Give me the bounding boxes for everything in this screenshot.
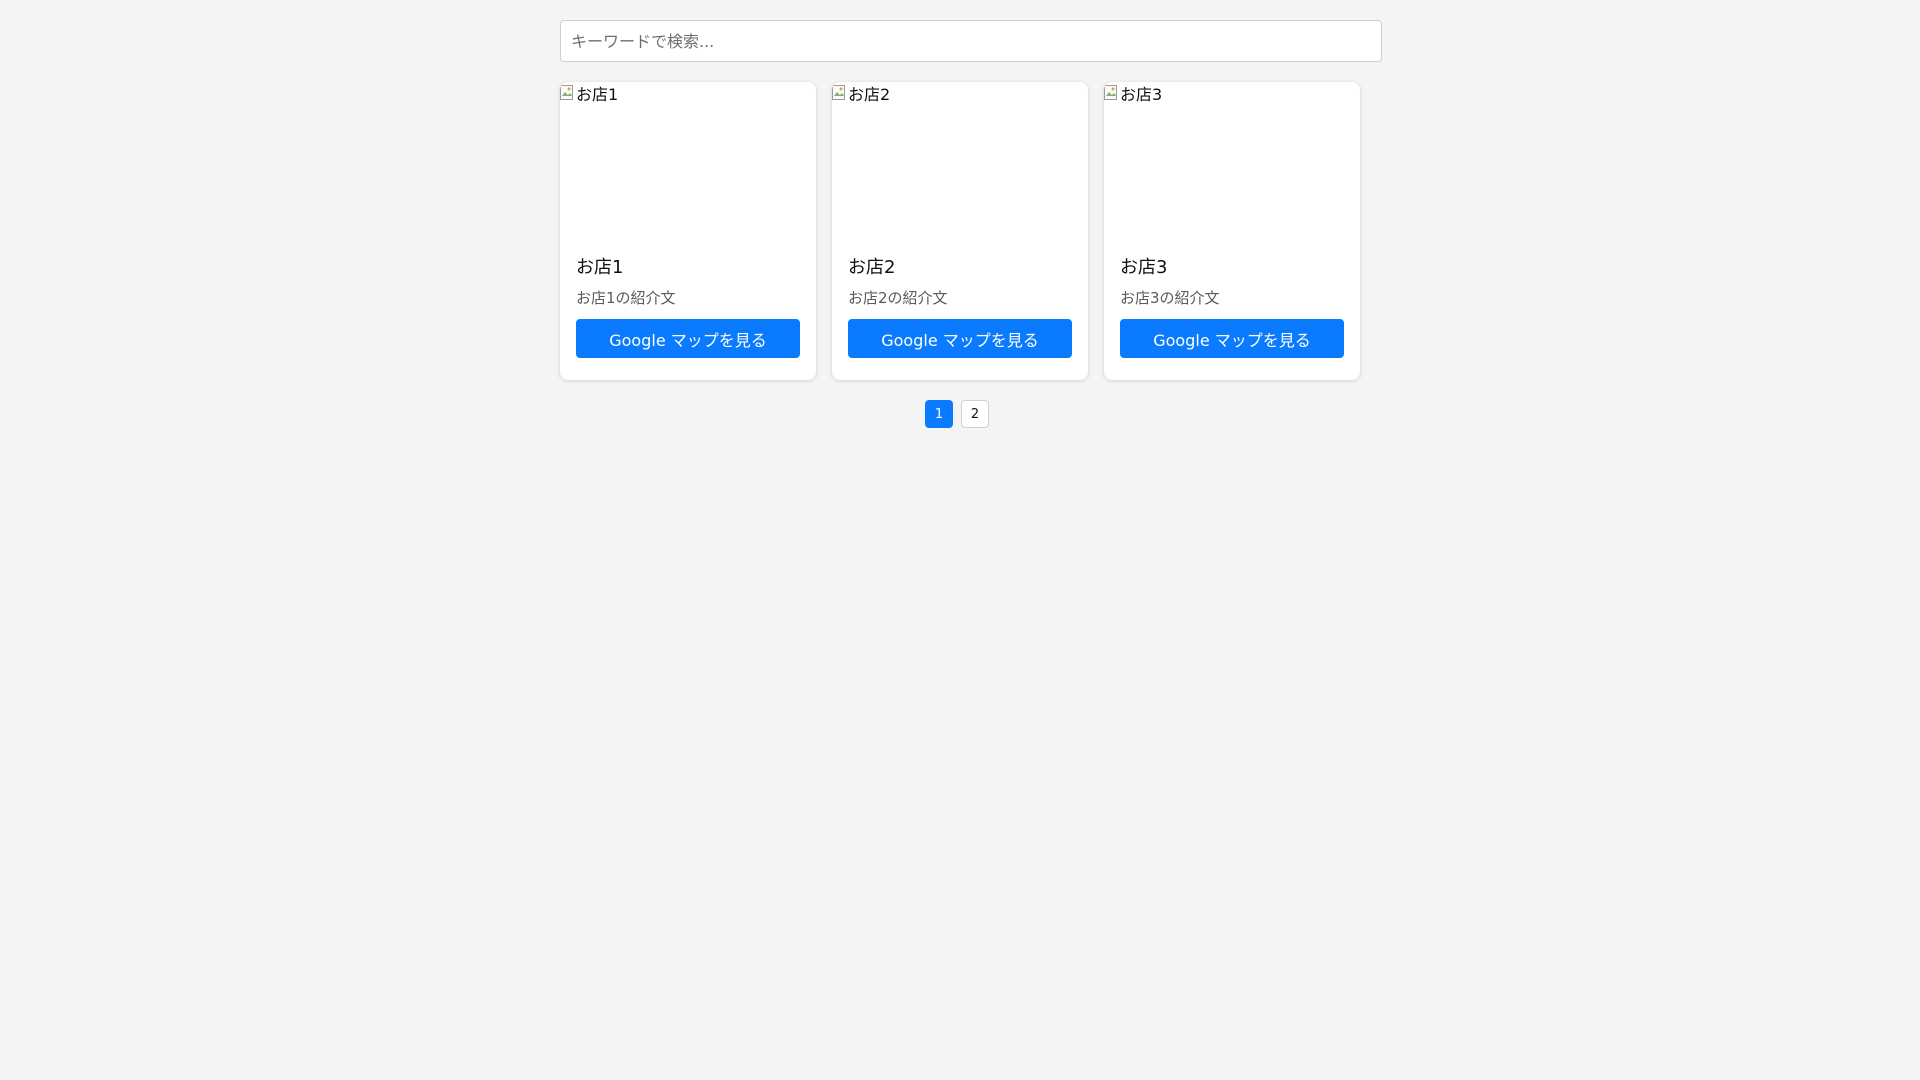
store-card: お店1 お店1 お店1の紹介文 Google マップを見る <box>560 82 816 380</box>
store-image: お店1 <box>560 82 816 250</box>
image-alt-text: お店2 <box>848 85 891 104</box>
search-input[interactable] <box>560 20 1382 62</box>
store-card: お店3 お店3 お店3の紹介文 Google マップを見る <box>1104 82 1360 380</box>
broken-image-icon <box>832 85 845 100</box>
image-alt-text: お店1 <box>576 85 619 104</box>
store-name: お店1 <box>576 257 624 278</box>
store-name: お店2 <box>848 257 896 278</box>
card-body: お店2 お店2の紹介文 Google マップを見る <box>832 256 1088 358</box>
card-body: お店3 お店3の紹介文 Google マップを見る <box>1104 256 1360 358</box>
store-image: お店3 <box>1104 82 1360 250</box>
store-description: お店1の紹介文 <box>576 289 676 307</box>
pagination: 1 2 <box>560 400 1382 428</box>
store-description: お店2の紹介文 <box>848 289 948 307</box>
store-image: お店2 <box>832 82 1088 250</box>
card-body: お店1 お店1の紹介文 Google マップを見る <box>560 256 816 358</box>
broken-image-icon <box>1104 85 1117 100</box>
store-card-list: お店1 お店1 お店1の紹介文 Google マップを見る お店2 お店2 お店… <box>560 82 1382 380</box>
google-map-button[interactable]: Google マップを見る <box>848 319 1072 358</box>
main-container: お店1 お店1 お店1の紹介文 Google マップを見る お店2 お店2 お店… <box>560 20 1382 428</box>
store-name: お店3 <box>1120 257 1168 278</box>
store-card: お店2 お店2 お店2の紹介文 Google マップを見る <box>832 82 1088 380</box>
google-map-button[interactable]: Google マップを見る <box>1120 319 1344 358</box>
image-alt-text: お店3 <box>1120 85 1163 104</box>
page-button-1[interactable]: 1 <box>925 400 953 428</box>
google-map-button[interactable]: Google マップを見る <box>576 319 800 358</box>
store-description: お店3の紹介文 <box>1120 289 1220 307</box>
page-button-2[interactable]: 2 <box>961 400 989 428</box>
broken-image-icon <box>560 85 573 100</box>
